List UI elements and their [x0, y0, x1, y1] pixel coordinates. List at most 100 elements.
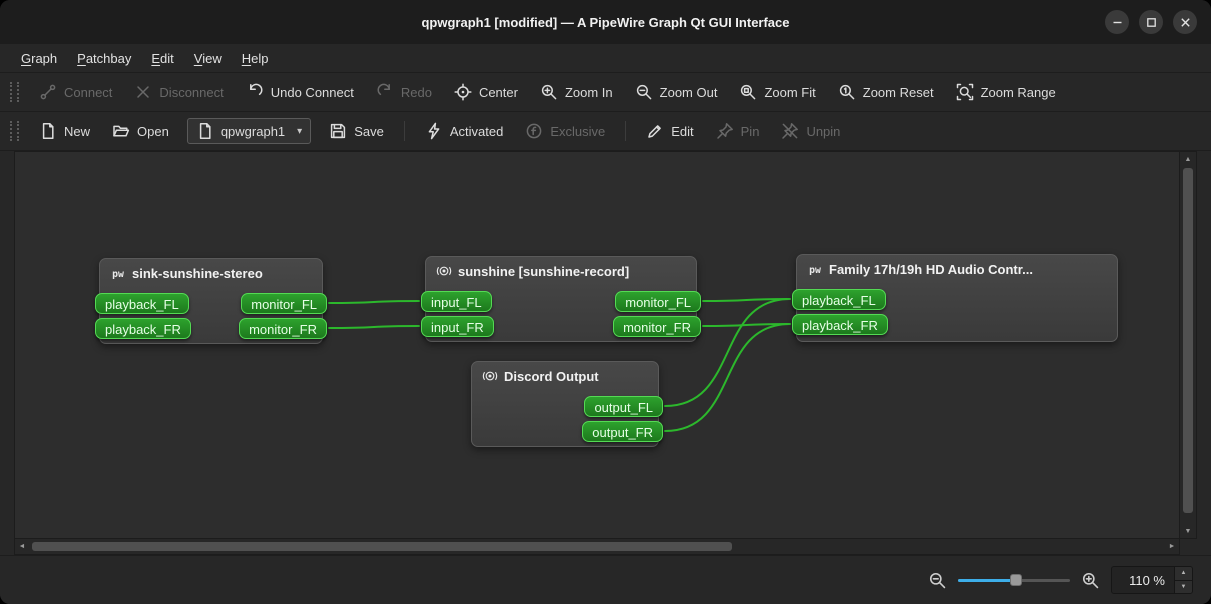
- toolbar-center-button[interactable]: Center: [444, 77, 528, 107]
- port-output-fr[interactable]: output_FR: [582, 421, 663, 442]
- toolbar-edit-button[interactable]: Edit: [636, 116, 703, 146]
- node-discord[interactable]: Discord Outputoutput_FLoutput_FR: [471, 361, 659, 447]
- connection-cable[interactable]: [329, 326, 419, 328]
- toolbar-save-button[interactable]: Save: [319, 116, 394, 146]
- node-sunshine[interactable]: sunshine [sunshine-record]input_FLinput_…: [425, 256, 697, 342]
- edit-icon: [646, 122, 664, 140]
- zoom-reset-icon: [838, 83, 856, 101]
- zoom-slider-fill: [958, 579, 1016, 582]
- disconnect-icon: [134, 83, 152, 101]
- svg-text:pw: pw: [809, 265, 821, 276]
- vertical-scroll-track[interactable]: [1183, 167, 1193, 523]
- menu-graph[interactable]: Graph: [12, 47, 66, 70]
- scroll-down-arrow[interactable]: ▼: [1180, 524, 1196, 538]
- toolbar-label: Activated: [450, 124, 503, 139]
- zoom-out-icon[interactable]: [928, 571, 947, 590]
- toolbar-redo-button[interactable]: Redo: [366, 77, 442, 107]
- toolbar-zoom-range-button[interactable]: Zoom Range: [946, 77, 1066, 107]
- toolbar-separator: [625, 121, 626, 141]
- toolbar-zoom-in-button[interactable]: Zoom In: [530, 77, 623, 107]
- toolbar-new-button[interactable]: New: [29, 116, 100, 146]
- toolbar-label: Connect: [64, 85, 112, 100]
- session-combo[interactable]: qpwgraph1▾: [187, 118, 311, 144]
- toolbar-pin-button[interactable]: Pin: [706, 116, 770, 146]
- pin-icon: [716, 122, 734, 140]
- toolbar-handle[interactable]: [10, 82, 19, 102]
- zoom-spin-buttons: ▲ ▼: [1174, 567, 1192, 593]
- port-output-fl[interactable]: output_FL: [584, 396, 663, 417]
- spin-down-button[interactable]: ▼: [1175, 580, 1192, 594]
- port-monitor-fr[interactable]: monitor_FR: [613, 316, 701, 337]
- toolbar-handle[interactable]: [10, 121, 19, 141]
- connection-cable[interactable]: [329, 301, 419, 303]
- unpin-icon: [781, 122, 799, 140]
- vertical-scrollbar[interactable]: ▲ ▼: [1180, 151, 1197, 539]
- graph-canvas[interactable]: pwsink-sunshine-stereoplayback_FLplaybac…: [14, 151, 1180, 539]
- port-monitor-fl[interactable]: monitor_FL: [241, 293, 327, 314]
- toolbar-separator: [404, 121, 405, 141]
- port-playback-fr[interactable]: playback_FR: [95, 318, 191, 339]
- scroll-right-arrow[interactable]: ►: [1165, 539, 1179, 554]
- file-icon: [196, 122, 214, 140]
- port-input-fr[interactable]: input_FR: [421, 316, 494, 337]
- node-family[interactable]: pwFamily 17h/19h HD Audio Contr...playba…: [796, 254, 1118, 342]
- toolbar-label: Save: [354, 124, 384, 139]
- menu-patchbay[interactable]: Patchbay: [68, 47, 140, 70]
- toolbar-label: Zoom Range: [981, 85, 1056, 100]
- chevron-down-icon: ▾: [297, 126, 302, 137]
- horizontal-scroll-thumb[interactable]: [32, 542, 732, 551]
- toolbar-label: Exclusive: [550, 124, 605, 139]
- toolbar-open-button[interactable]: Open: [102, 116, 179, 146]
- svg-text:pw: pw: [112, 269, 124, 280]
- port-input-fl[interactable]: input_FL: [421, 291, 492, 312]
- port-playback-fr[interactable]: playback_FR: [792, 314, 888, 335]
- port-monitor-fl[interactable]: monitor_FL: [615, 291, 701, 312]
- window-title: qpwgraph1 [modified] — A PipeWire Graph …: [421, 15, 789, 30]
- port-playback-fl[interactable]: playback_FL: [95, 293, 189, 314]
- toolbar-unpin-button[interactable]: Unpin: [771, 116, 850, 146]
- node-sink[interactable]: pwsink-sunshine-stereoplayback_FLplaybac…: [99, 258, 323, 344]
- toolbar-label: Unpin: [806, 124, 840, 139]
- graph-area: pwsink-sunshine-stereoplayback_FLplaybac…: [14, 151, 1197, 555]
- horizontal-scrollbar[interactable]: ◄ ►: [14, 539, 1180, 555]
- zoom-out-icon: [635, 83, 653, 101]
- node-header: sunshine [sunshine-record]: [426, 257, 696, 283]
- minimize-button[interactable]: [1105, 10, 1129, 34]
- pipewire-icon: pw: [110, 265, 126, 281]
- horizontal-scroll-track[interactable]: [30, 542, 1164, 551]
- toolbar-label: New: [64, 124, 90, 139]
- toolbar-undo-connect-button[interactable]: Undo Connect: [236, 77, 364, 107]
- toolbar-zoom-fit-button[interactable]: Zoom Fit: [729, 77, 825, 107]
- maximize-icon: [1146, 17, 1157, 28]
- toolbar-activated-button[interactable]: Activated: [415, 116, 513, 146]
- zoom-value[interactable]: 110 %: [1112, 567, 1174, 593]
- zoom-slider[interactable]: [958, 571, 1070, 589]
- menu-help[interactable]: Help: [233, 47, 278, 70]
- toolbar-zoom-reset-button[interactable]: Zoom Reset: [828, 77, 944, 107]
- toolbar-zoom-out-button[interactable]: Zoom Out: [625, 77, 728, 107]
- spin-up-button[interactable]: ▲: [1175, 567, 1192, 580]
- vertical-scroll-thumb[interactable]: [1183, 168, 1193, 513]
- toolbar-main: Connect Disconnect Undo ConnectRedo Center Z…: [0, 73, 1211, 112]
- toolbar-exclusive-button[interactable]: Exclusive: [515, 116, 615, 146]
- menu-edit[interactable]: Edit: [142, 47, 182, 70]
- port-monitor-fr[interactable]: monitor_FR: [239, 318, 327, 339]
- node-header: pwsink-sunshine-stereo: [100, 259, 322, 285]
- zoom-slider-handle[interactable]: [1010, 574, 1022, 586]
- port-playback-fl[interactable]: playback_FL: [792, 289, 886, 310]
- toolbar-disconnect-button[interactable]: Disconnect: [124, 77, 233, 107]
- toolbar-connect-button[interactable]: Connect: [29, 77, 122, 107]
- close-button[interactable]: [1173, 10, 1197, 34]
- scroll-left-arrow[interactable]: ◄: [15, 539, 29, 554]
- toolbar-label: Zoom In: [565, 85, 613, 100]
- toolbar-label: Center: [479, 85, 518, 100]
- toolbar-label: Disconnect: [159, 85, 223, 100]
- maximize-button[interactable]: [1139, 10, 1163, 34]
- menubar: GraphPatchbayEditViewHelp: [0, 44, 1211, 73]
- zoom-in-icon[interactable]: [1081, 571, 1100, 590]
- titlebar: qpwgraph1 [modified] — A PipeWire Graph …: [0, 0, 1211, 44]
- menu-view[interactable]: View: [185, 47, 231, 70]
- scroll-up-arrow[interactable]: ▲: [1180, 152, 1196, 166]
- zoom-spinbox[interactable]: 110 % ▲ ▼: [1111, 566, 1193, 594]
- redo-icon: [376, 83, 394, 101]
